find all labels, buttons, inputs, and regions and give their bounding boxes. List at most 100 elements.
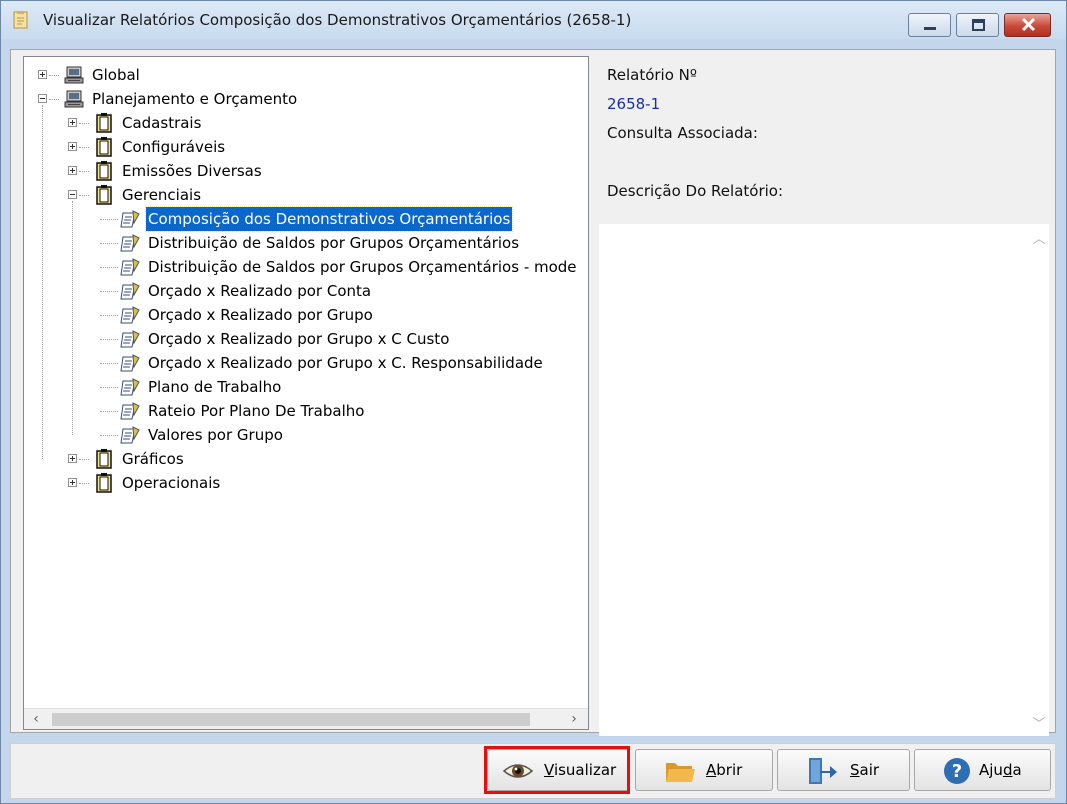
- tree-node[interactable]: Emissões Diversas: [24, 159, 584, 183]
- help-icon: ?: [944, 758, 970, 784]
- description-textbox[interactable]: ︿ ﹀: [599, 224, 1049, 736]
- tree-node[interactable]: Operacionais: [24, 471, 584, 495]
- close-button[interactable]: [1004, 13, 1051, 37]
- maximize-icon: [972, 19, 985, 31]
- tree-node[interactable]: Rateio Por Plano De Trabalho: [24, 399, 584, 423]
- tree-node-label: Composição dos Demonstrativos Orçamentár…: [144, 206, 514, 232]
- tree-node-label: Global: [92, 66, 140, 84]
- description-vertical-scrollbar[interactable]: ︿ ﹀: [1029, 224, 1049, 736]
- report-viewer-window: Visualizar Relatórios Composição dos Dem…: [0, 0, 1067, 804]
- report-icon: [120, 377, 140, 397]
- clipboard-icon: [94, 449, 114, 469]
- tree-node[interactable]: Distribuição de Saldos por Grupos Orçame…: [24, 255, 584, 279]
- tree-connector: [100, 267, 118, 268]
- clipboard-icon: [94, 161, 114, 181]
- view-button[interactable]: Visualizar: [487, 749, 629, 791]
- tree-node-label: Valores por Grupo: [148, 426, 283, 444]
- tree-node[interactable]: Configuráveis: [24, 135, 584, 159]
- tree-node-label: Orçado x Realizado por Grupo: [148, 306, 373, 324]
- expand-icon[interactable]: [38, 70, 47, 79]
- tree-node[interactable]: Orçado x Realizado por Conta: [24, 279, 584, 303]
- scroll-left-icon[interactable]: ‹: [26, 709, 46, 729]
- tree-node-label: Distribuição de Saldos por Grupos Orçame…: [148, 258, 577, 276]
- tree-connector: [79, 195, 89, 196]
- report-icon: [120, 209, 140, 229]
- exit-door-icon: [809, 758, 837, 784]
- report-icon: [120, 305, 140, 325]
- tree-connector: [42, 105, 43, 459]
- content-panel: Global Planejamento e Orçamento Cadastrais…: [10, 49, 1056, 736]
- clipboard-icon: [94, 185, 114, 205]
- tree-node-label: Distribuição de Saldos por Grupos Orçame…: [148, 234, 520, 252]
- minimize-button[interactable]: [908, 13, 951, 37]
- scroll-down-icon[interactable]: ﹀: [1029, 713, 1049, 732]
- open-button-label: Abrir: [706, 761, 743, 779]
- report-number-value: 2658-1: [607, 95, 661, 113]
- tree-node-label: Gerenciais: [122, 186, 202, 204]
- tree-node[interactable]: Orçado x Realizado por Grupo x C. Respon…: [24, 351, 584, 375]
- app-icon: [13, 11, 28, 29]
- report-icon: [120, 257, 140, 277]
- tree-connector: [79, 123, 89, 124]
- tree-node[interactable]: Valores por Grupo: [24, 423, 584, 447]
- report-icon: [120, 353, 140, 373]
- exit-button[interactable]: Sair: [777, 749, 910, 791]
- folder-icon: [666, 763, 695, 782]
- tree-connector: [72, 201, 73, 435]
- expand-icon[interactable]: [68, 454, 77, 463]
- button-bar: Visualizar Abrir Sair ? Ajuda: [10, 743, 1056, 799]
- tree-connector: [79, 483, 89, 484]
- scroll-right-icon[interactable]: ›: [564, 709, 584, 729]
- clipboard-icon: [94, 113, 114, 133]
- tree-node-label: Plano de Trabalho: [148, 378, 282, 396]
- scrollbar-thumb[interactable]: [52, 713, 530, 726]
- exit-button-label: Sair: [850, 761, 880, 779]
- tree-connector: [79, 171, 89, 172]
- report-info-panel: Relatório Nº 2658-1 Consulta Associada: …: [595, 56, 1053, 736]
- title-bar: Visualizar Relatórios Composição dos Dem…: [1, 1, 1066, 39]
- tree-connector: [100, 363, 118, 364]
- computer-icon: [64, 65, 84, 85]
- collapse-icon[interactable]: [68, 190, 77, 199]
- tree-node[interactable]: Global: [24, 63, 584, 87]
- tree-node[interactable]: Gerenciais: [24, 183, 584, 207]
- clipboard-icon: [94, 137, 114, 157]
- report-icon: [120, 329, 140, 349]
- expand-icon[interactable]: [68, 478, 77, 487]
- tree-node[interactable]: Plano de Trabalho: [24, 375, 584, 399]
- scroll-up-icon[interactable]: ︿: [1029, 228, 1049, 247]
- tree-node-label: Gráficos: [122, 450, 184, 468]
- computer-icon: [64, 89, 84, 109]
- description-label: Descrição Do Relatório:: [607, 182, 784, 200]
- help-button[interactable]: ? Ajuda: [914, 749, 1051, 791]
- tree-connector: [49, 99, 59, 100]
- expand-icon[interactable]: [68, 118, 77, 127]
- report-icon: [120, 401, 140, 421]
- tree-connector: [100, 291, 118, 292]
- expand-icon[interactable]: [68, 166, 77, 175]
- expand-icon[interactable]: [68, 142, 77, 151]
- tree-node-label: Configuráveis: [122, 138, 226, 156]
- tree-connector: [79, 459, 89, 460]
- tree-connector: [100, 411, 118, 412]
- tree-node[interactable]: Composição dos Demonstrativos Orçamentár…: [24, 206, 584, 232]
- tree-node[interactable]: Gráficos: [24, 447, 584, 471]
- tree-node[interactable]: Orçado x Realizado por Grupo x C Custo: [24, 327, 584, 351]
- eye-icon: [502, 764, 534, 778]
- tree-node[interactable]: Distribuição de Saldos por Grupos Orçame…: [24, 231, 584, 255]
- tree-node[interactable]: Orçado x Realizado por Grupo: [24, 303, 584, 327]
- collapse-icon[interactable]: [38, 94, 47, 103]
- tree-connector: [100, 339, 118, 340]
- tree-node[interactable]: Planejamento e Orçamento: [24, 87, 584, 111]
- maximize-button[interactable]: [956, 13, 999, 37]
- tree-horizontal-scrollbar[interactable]: ‹ ›: [24, 708, 588, 729]
- open-button[interactable]: Abrir: [635, 749, 773, 791]
- tree-connector: [100, 243, 118, 244]
- tree-node-label: Planejamento e Orçamento: [92, 90, 298, 108]
- report-number-label: Relatório Nº: [607, 66, 697, 84]
- help-button-label: Ajuda: [979, 761, 1022, 779]
- tree-node[interactable]: Cadastrais: [24, 111, 584, 135]
- report-tree[interactable]: Global Planejamento e Orçamento Cadastrais…: [23, 56, 589, 730]
- tree-connector: [79, 147, 89, 148]
- tree-node-label: Orçado x Realizado por Grupo x C. Respon…: [148, 354, 543, 372]
